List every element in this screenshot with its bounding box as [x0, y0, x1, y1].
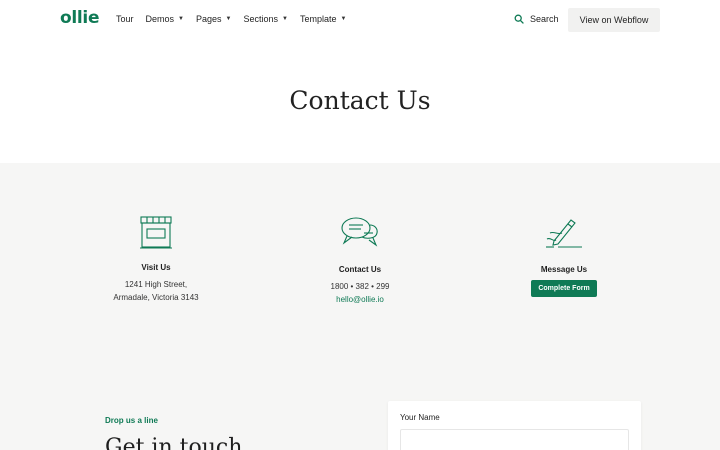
phone-number: 1800 • 382 • 299: [330, 282, 390, 291]
menu-item-label: Demos: [145, 14, 175, 24]
address-line-2: Armadale, Victoria 3143: [113, 293, 199, 302]
search-button[interactable]: Search: [514, 14, 559, 24]
chat-bubbles-icon: [341, 217, 378, 247]
view-on-webflow-button[interactable]: View on Webflow: [568, 8, 660, 32]
pen-writing-icon: [546, 219, 582, 248]
menu-item-tour[interactable]: Tour: [116, 14, 134, 24]
menu-item-label: Sections: [243, 14, 278, 24]
address-line-1: 1241 High Street,: [124, 280, 188, 289]
menu-item-pages[interactable]: Pages ▼: [196, 14, 231, 24]
menu-item-label: Tour: [116, 14, 134, 24]
contact-details: 1800 • 382 • 299 hello@ollie.io: [260, 280, 460, 306]
storefront-icon: [140, 216, 172, 249]
menu-item-label: Pages: [195, 14, 222, 24]
name-field-label: Your Name: [400, 413, 440, 422]
caret-down-icon: ▼: [225, 16, 232, 22]
section-heading: Get in touch: [105, 435, 243, 450]
visit-us-title: Visit Us: [141, 263, 171, 272]
search-label: Search: [530, 14, 559, 24]
contact-info-section: Visit Us 1241 High Street, Armadale, Vic…: [0, 163, 720, 450]
caret-down-icon: ▼: [178, 16, 184, 22]
visit-us-column: Visit Us 1241 High Street, Armadale, Vic…: [56, 215, 256, 304]
menu-item-demos[interactable]: Demos ▼: [146, 14, 184, 24]
page-title: Contact Us: [289, 86, 431, 115]
main-menu: Tour Demos ▼ Pages ▼ Sections ▼ Template ▼: [116, 14, 358, 24]
name-input[interactable]: [400, 429, 629, 450]
address: 1241 High Street, Armadale, Victoria 314…: [56, 278, 256, 304]
contact-form-card: Your Name: [388, 401, 641, 450]
menu-item-template[interactable]: Template ▼: [300, 14, 346, 24]
email-link[interactable]: hello@ollie.io: [260, 293, 460, 306]
search-icon: [514, 14, 524, 24]
caret-down-icon: ▼: [282, 16, 288, 22]
complete-form-button[interactable]: Complete Form: [531, 280, 597, 297]
section-eyebrow: Drop us a line: [105, 416, 158, 425]
contact-us-title: Contact Us: [338, 265, 382, 274]
message-us-column: Message Us Complete Form: [464, 215, 664, 297]
caret-down-icon: ▼: [340, 16, 347, 22]
top-navbar: ollie Tour Demos ▼ Pages ▼ Sections ▼ Templ…: [0, 0, 720, 40]
menu-item-label: Template: [299, 14, 337, 24]
contact-us-column: Contact Us 1800 • 382 • 299 hello@ollie.…: [260, 215, 460, 306]
menu-item-sections[interactable]: Sections ▼: [243, 14, 287, 24]
logo[interactable]: ollie: [60, 8, 100, 28]
message-us-title: Message Us: [540, 265, 588, 274]
